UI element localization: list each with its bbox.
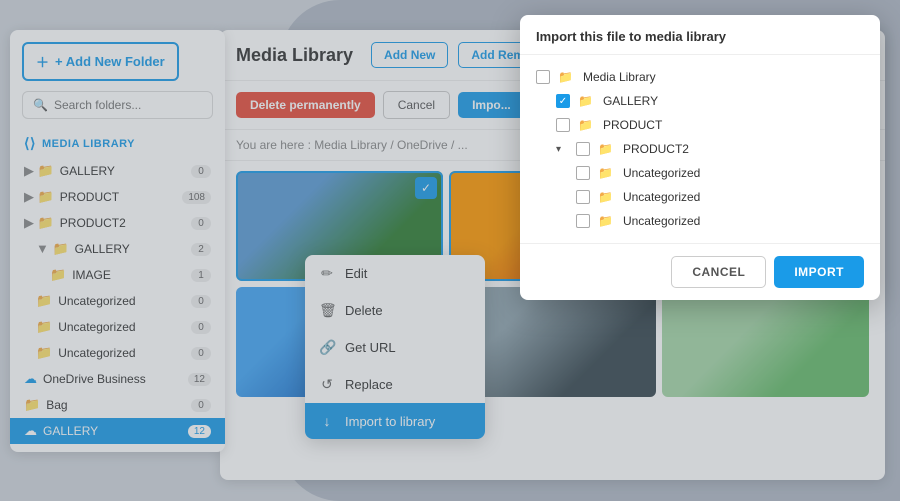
dialog-import-button[interactable]: IMPORT [774, 256, 864, 288]
tree-item-uncat1[interactable]: 📁 Uncategorized [536, 161, 864, 185]
tree-item-product2[interactable]: ▾ 📁 PRODUCT2 [536, 137, 864, 161]
folder-icon-gallery: 📁 [578, 94, 593, 108]
folder-icon-uncat2: 📁 [598, 190, 613, 204]
folder-icon-product: 📁 [578, 118, 593, 132]
checkbox-uncat3[interactable] [576, 214, 590, 228]
tree-item-root[interactable]: 📁 Media Library [536, 65, 864, 89]
dialog-body: 📁 Media Library ✓ 📁 GALLERY 📁 PRODUCT ▾ … [520, 55, 880, 243]
tree-item-gallery[interactable]: ✓ 📁 GALLERY [536, 89, 864, 113]
folder-icon-uncat3: 📁 [598, 214, 613, 228]
folder-icon-uncat1: 📁 [598, 166, 613, 180]
folder-icon-root: 📁 [558, 70, 573, 84]
tree-label-root: Media Library [583, 70, 656, 84]
dialog-header: Import this file to media library [520, 15, 880, 55]
dialog-footer: CANCEL IMPORT [520, 243, 880, 300]
dialog-cancel-button[interactable]: CANCEL [671, 256, 766, 288]
tree-label-gallery: GALLERY [603, 94, 658, 108]
checkbox-product[interactable] [556, 118, 570, 132]
folder-icon-product2: 📁 [598, 142, 613, 156]
tree-label-product: PRODUCT [603, 118, 662, 132]
toggle-icon[interactable]: ▾ [556, 144, 566, 155]
tree-label-uncat2: Uncategorized [623, 190, 700, 204]
checkbox-uncat1[interactable] [576, 166, 590, 180]
tree-item-uncat3[interactable]: 📁 Uncategorized [536, 209, 864, 233]
checkbox-uncat2[interactable] [576, 190, 590, 204]
tree-label-product2: PRODUCT2 [623, 142, 689, 156]
tree-item-uncat2[interactable]: 📁 Uncategorized [536, 185, 864, 209]
checkbox-product2[interactable] [576, 142, 590, 156]
checkbox-gallery[interactable]: ✓ [556, 94, 570, 108]
tree-label-uncat3: Uncategorized [623, 214, 700, 228]
import-dialog: Import this file to media library 📁 Medi… [520, 15, 880, 300]
checkbox-root[interactable] [536, 70, 550, 84]
tree-item-product[interactable]: 📁 PRODUCT [536, 113, 864, 137]
tree-label-uncat1: Uncategorized [623, 166, 700, 180]
